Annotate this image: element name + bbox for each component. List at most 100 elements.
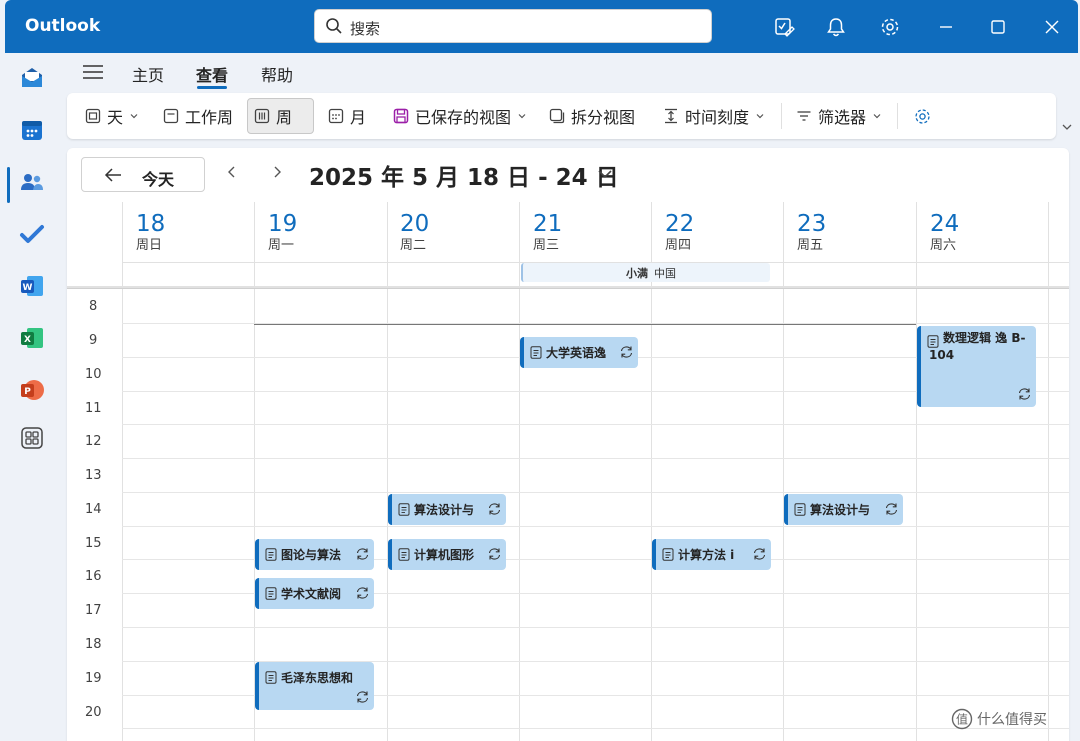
day-header[interactable]: 20 周二 (400, 210, 429, 254)
recurring-icon (620, 346, 633, 358)
notes-edit-icon[interactable] (773, 16, 795, 38)
recurring-icon (1018, 388, 1031, 400)
saved-views-button[interactable]: 已保存的视图 (387, 98, 533, 134)
more-apps-icon[interactable] (19, 425, 45, 451)
calendar-event[interactable]: 数理逻辑 逸 B-104 (917, 326, 1036, 407)
app-rail: W X P (5, 53, 57, 741)
gear-icon[interactable] (879, 16, 901, 38)
event-note-icon (265, 587, 277, 600)
watermark-text: 什么值得买 (977, 712, 1047, 728)
powerpoint-icon[interactable]: P (19, 377, 45, 403)
watermark-logo-icon: 值 (951, 708, 973, 730)
day-number: 24 (930, 211, 960, 237)
day-number: 20 (400, 211, 430, 237)
svg-text:X: X (24, 335, 31, 345)
calendar-settings-button[interactable] (907, 98, 944, 134)
todo-icon[interactable] (19, 221, 45, 247)
gear-icon (915, 108, 930, 124)
calendar-event[interactable]: 计算方法 i (652, 539, 771, 570)
event-title: 数理逻辑 逸 B-104 (929, 331, 1026, 362)
time-marker-line (254, 324, 916, 325)
date-range-label[interactable]: 2025 年 5 月 18 日 - 24 日 (309, 158, 619, 192)
hour-line (122, 424, 1069, 425)
calendar-event[interactable]: 图论与算法 (255, 539, 374, 570)
day-number: 23 (797, 211, 827, 237)
calendar-event[interactable]: 毛泽东思想和 (255, 662, 374, 710)
hamburger-icon[interactable] (83, 64, 103, 80)
hour-line (122, 627, 1069, 628)
calendar-event[interactable]: 算法设计与 (784, 494, 903, 525)
hour-label: 14 (85, 502, 102, 517)
event-title: 图论与算法 (281, 548, 342, 562)
hour-label: 12 (85, 434, 102, 449)
tab-home[interactable]: 主页 (132, 62, 164, 86)
event-note-icon (398, 548, 410, 561)
calendar-event[interactable]: 大学英语逸 (520, 337, 638, 368)
chevron-down-icon (873, 114, 881, 119)
all-day-separator (67, 286, 1069, 289)
chevron-down-icon (518, 114, 526, 119)
event-note-icon (662, 548, 674, 561)
event-title: 学术文献阅 (281, 587, 342, 601)
day-header[interactable]: 19 周一 (268, 210, 297, 254)
tab-help[interactable]: 帮助 (261, 62, 293, 86)
active-tab-underline (197, 86, 227, 89)
title-bar: Outlook 搜索 (5, 0, 1078, 53)
day-header[interactable]: 23 周五 (797, 210, 826, 254)
calendar-icon[interactable] (19, 117, 45, 143)
all-day-event[interactable]: 小满 中国 (521, 263, 770, 282)
today-button[interactable]: 今天 (81, 157, 205, 192)
bell-icon[interactable] (825, 16, 847, 38)
day-header[interactable]: 22 周四 (665, 210, 694, 254)
day-number: 21 (533, 211, 563, 237)
calendar-event[interactable]: 学术文献阅 (255, 578, 374, 609)
time-scale-button[interactable]: 时间刻度 (657, 98, 771, 134)
arrow-left-icon (104, 168, 121, 182)
event-note-icon (398, 503, 410, 516)
next-week-icon[interactable] (270, 165, 284, 179)
calendar-event[interactable]: 计算机图形 (388, 539, 506, 570)
rail-active-indicator (7, 167, 10, 203)
event-title: 算法设计与 (414, 503, 475, 517)
event-title: 算法设计与 (810, 503, 871, 517)
split-view-label: 拆分视图 (571, 108, 636, 127)
filter-icon (797, 111, 811, 121)
day-view-button[interactable]: 天 (79, 98, 145, 134)
close-icon[interactable] (1041, 16, 1063, 38)
ribbon-toolbar: 天 工作周 周 月 已保存的视图 拆分视图 时间刻度 筛选器 (67, 93, 1056, 139)
ribbon-expand-chevron-icon[interactable] (1060, 120, 1074, 134)
work-week-button[interactable]: 工作周 (157, 98, 239, 134)
hour-label: 13 (85, 468, 102, 483)
split-view-button[interactable]: 拆分视图 (543, 98, 641, 134)
tab-view[interactable]: 查看 (196, 62, 228, 86)
filter-button[interactable]: 筛选器 (790, 98, 888, 134)
calendar-event[interactable]: 算法设计与 (388, 494, 506, 525)
all-day-event-subtitle: 中国 (654, 267, 676, 280)
day-name: 周一 (268, 238, 295, 253)
week-view-button[interactable]: 周 (247, 98, 314, 134)
day-header[interactable]: 21 周三 (533, 210, 562, 254)
day-header[interactable]: 18 周日 (136, 210, 165, 254)
search-icon (326, 18, 342, 34)
previous-week-icon[interactable] (225, 165, 239, 179)
time-scale-icon (665, 108, 677, 124)
month-view-button[interactable]: 月 (322, 98, 372, 134)
day-name: 周五 (797, 238, 824, 253)
mail-icon[interactable] (19, 65, 45, 91)
people-icon[interactable] (19, 169, 45, 195)
day-number: 19 (268, 211, 298, 237)
chevron-down-icon (756, 114, 764, 119)
maximize-icon[interactable] (987, 16, 1009, 38)
minimize-icon[interactable] (935, 16, 957, 38)
week-grid: 18 周日 19 周一 20 周二 21 周三 22 周四 23 周五 24 周六 小满 中国… (67, 202, 1069, 741)
excel-icon[interactable]: X (19, 325, 45, 351)
search-box[interactable]: 搜索 (314, 9, 712, 43)
chevron-down-icon[interactable] (597, 168, 613, 180)
hour-label: 15 (85, 536, 102, 551)
recurring-icon (753, 548, 766, 560)
search-placeholder: 搜索 (350, 20, 381, 38)
work-week-label: 工作周 (185, 108, 234, 127)
word-icon[interactable]: W (19, 273, 45, 299)
day-header[interactable]: 24 周六 (930, 210, 959, 254)
filter-label: 筛选器 (818, 108, 867, 127)
